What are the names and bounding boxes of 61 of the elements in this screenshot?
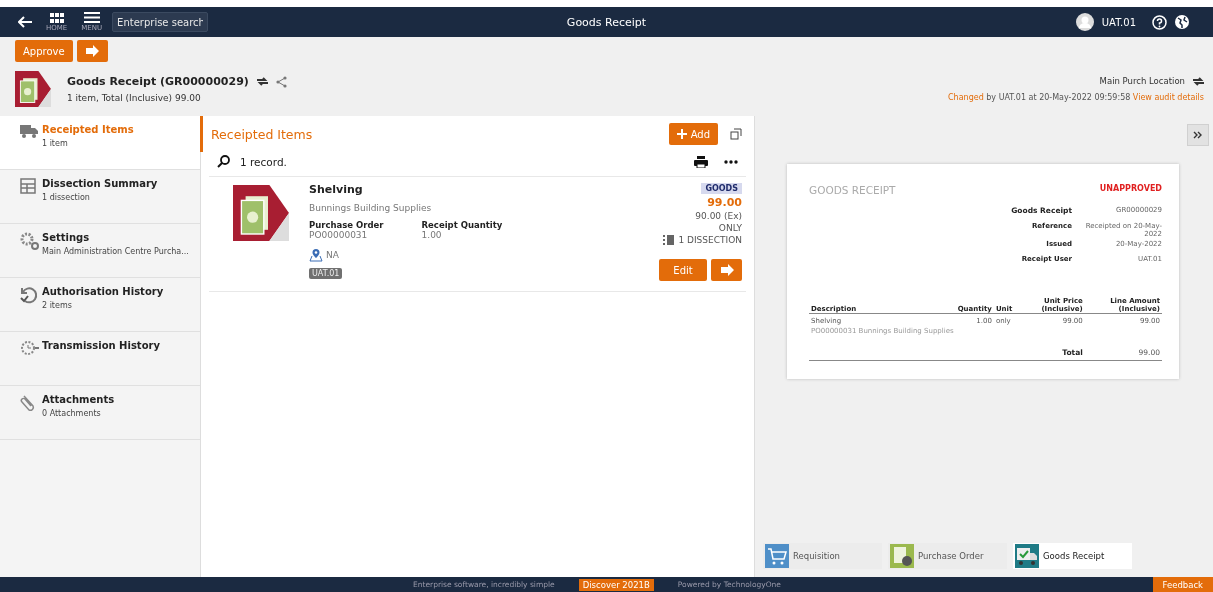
swap-icon[interactable] — [1193, 76, 1204, 86]
record-count: 1 record. — [240, 155, 287, 168]
forward-icon — [85, 45, 100, 57]
type-badge: GOODS — [701, 183, 742, 194]
item-name[interactable]: Shelving — [309, 183, 363, 196]
expand-icon[interactable] — [730, 128, 742, 140]
unit-label: ONLY — [718, 223, 742, 233]
user-name[interactable]: UAT.01 — [1101, 16, 1136, 28]
location-value: NA — [326, 250, 339, 260]
document-cart-icon — [890, 544, 914, 568]
document-tab[interactable]: Goods Receipt — [1013, 543, 1132, 569]
avatar-icon[interactable] — [1075, 13, 1094, 31]
sidebar-item[interactable]: Receipted Items 1 item — [0, 116, 200, 170]
gears-icon — [20, 232, 40, 250]
document-title: GOODS RECEIPT — [809, 184, 896, 196]
dissection-count: 1 DISSECTION — [678, 235, 742, 245]
section-title: Receipted Items — [211, 126, 313, 142]
changed-label: Changed — [948, 93, 984, 102]
share-icon[interactable] — [275, 75, 287, 88]
document-icon — [233, 185, 289, 241]
page-title: Goods Receipt — [566, 15, 647, 29]
paperclip-icon — [20, 394, 36, 412]
cart-icon — [765, 544, 789, 568]
field-label: Purchase Order — [309, 220, 384, 230]
truck-check-icon — [1015, 544, 1039, 568]
change-info: by UAT.01 at 20-May-2022 09:59:58 — [986, 93, 1131, 102]
collapse-button[interactable] — [1187, 124, 1209, 146]
globe-icon[interactable] — [1175, 15, 1189, 29]
amount: 99.00 — [707, 196, 742, 209]
table-icon — [20, 178, 36, 194]
document-tab[interactable]: Requisition — [763, 543, 882, 569]
grid-icon — [49, 12, 64, 23]
printer-icon[interactable] — [694, 155, 708, 168]
help-icon[interactable] — [1152, 14, 1167, 30]
more-icon[interactable] — [724, 159, 738, 164]
field-value: 1.00 — [421, 230, 443, 240]
forward-button[interactable] — [76, 40, 108, 62]
location-label: Main Purch Location — [1099, 76, 1185, 86]
document-icon — [15, 71, 51, 107]
plus-icon — [676, 129, 687, 139]
supplier-name: Bunnings Building Supplies — [309, 203, 432, 213]
double-chevron-icon — [1193, 131, 1203, 139]
menu-icon — [83, 12, 100, 23]
user-tag: UAT.01 — [309, 268, 343, 279]
field-value: PO00000031 — [309, 230, 369, 240]
document-tab[interactable]: Purchase Order — [888, 543, 1007, 569]
record-title: Goods Receipt (GR00000029) — [67, 75, 249, 88]
swap-icon[interactable] — [256, 77, 268, 86]
back-arrow-icon[interactable] — [18, 16, 32, 28]
history-icon — [20, 286, 38, 304]
list-icon — [663, 235, 675, 245]
amount-ex: 90.00 (Ex) — [695, 211, 742, 221]
status-label: UNAPPROVED — [1099, 184, 1162, 195]
forward-button[interactable] — [711, 259, 742, 281]
field-label: Receipt Quantity — [421, 220, 503, 230]
clock-gear-icon — [20, 340, 40, 356]
search-icon[interactable] — [217, 155, 230, 168]
location-pin-icon — [309, 248, 323, 262]
record-summary: 1 item, Total (Inclusive) 99.00 — [67, 93, 202, 103]
truck-icon — [20, 124, 38, 138]
forward-icon — [719, 264, 734, 276]
